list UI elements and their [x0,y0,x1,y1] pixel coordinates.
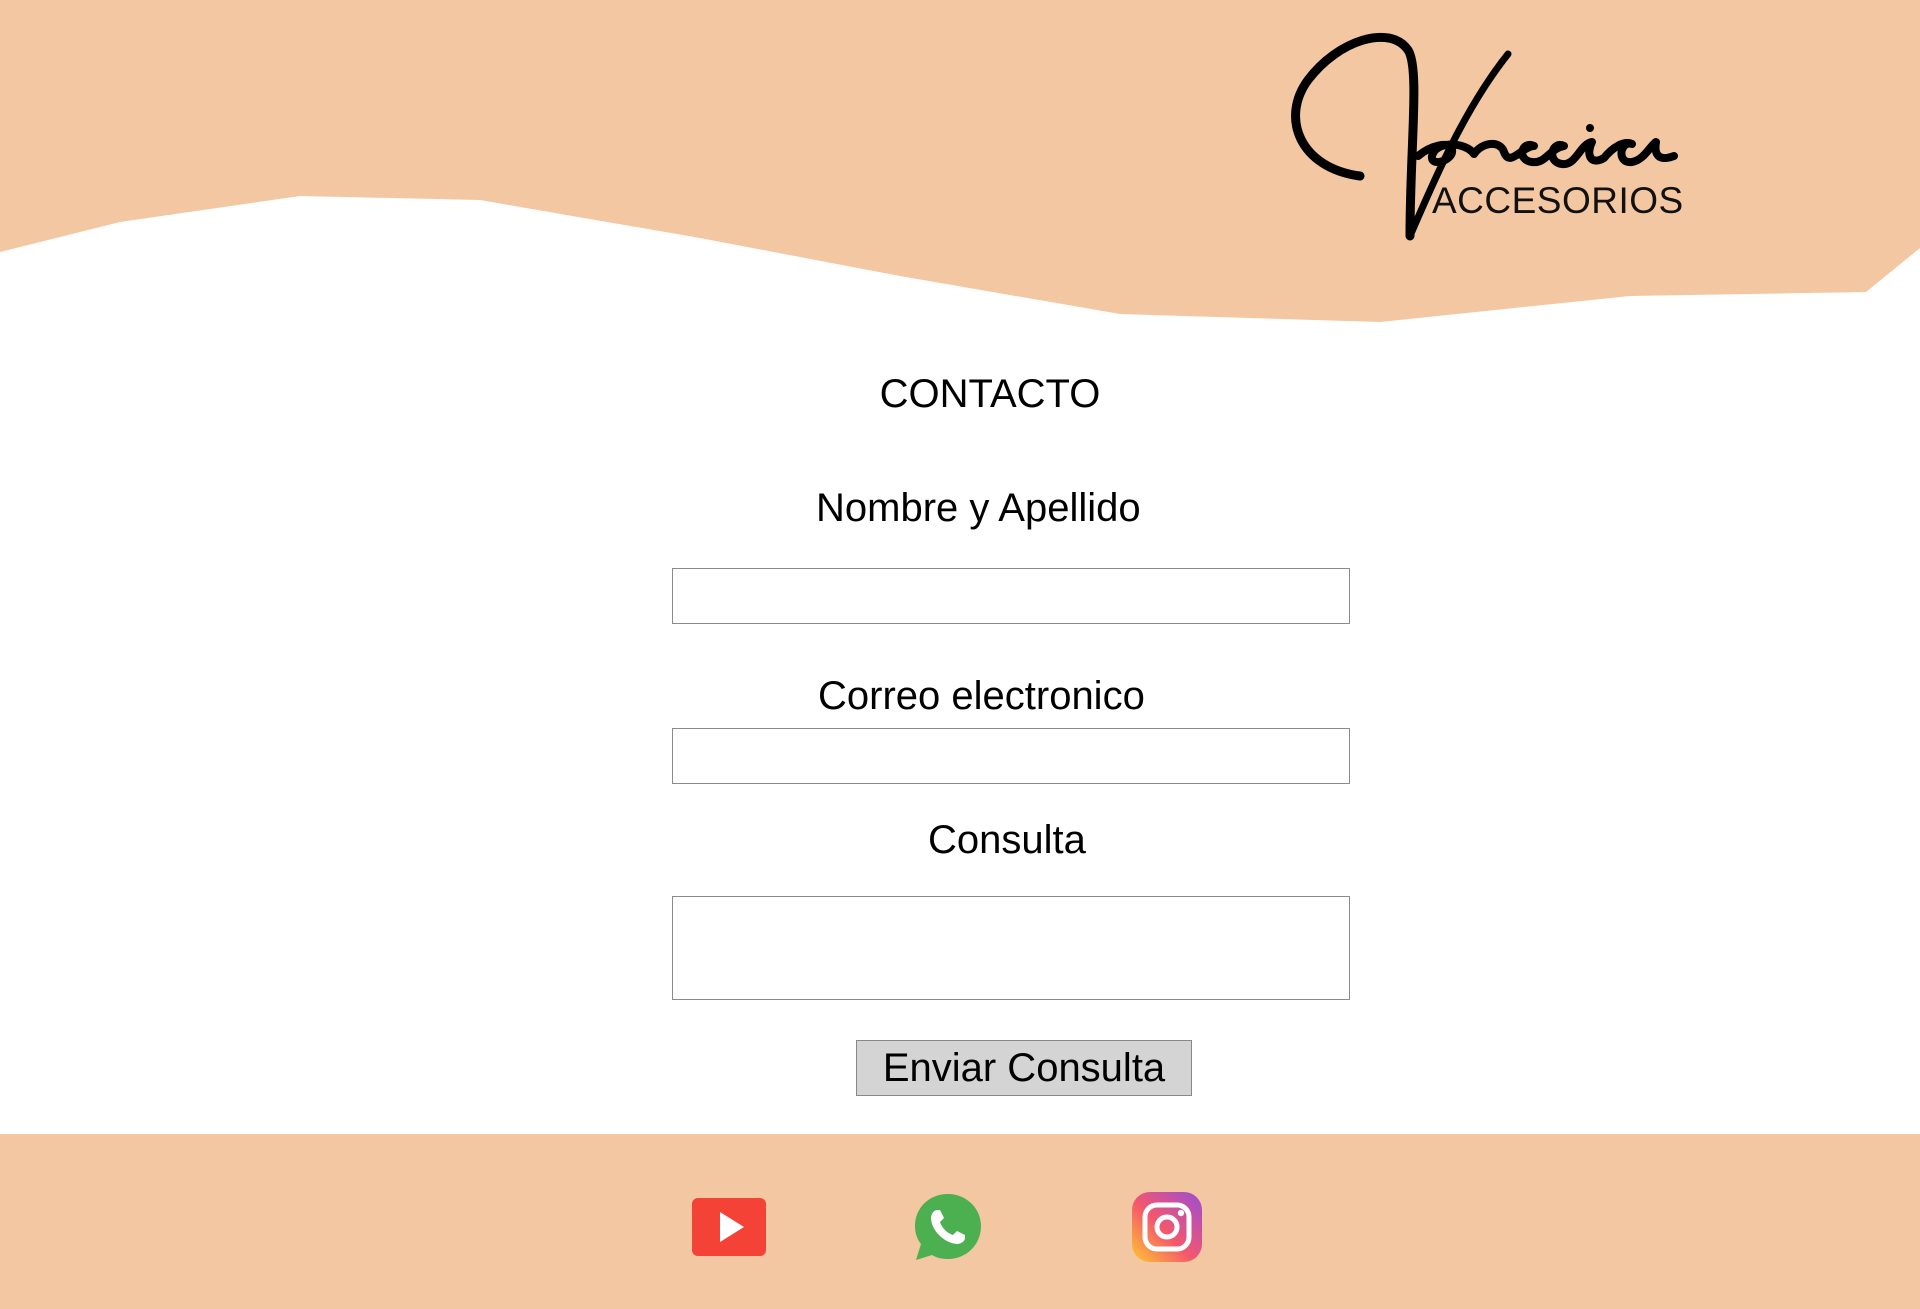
email-input[interactable] [672,728,1350,784]
whatsapp-icon[interactable] [911,1190,985,1264]
venecia-script-logo [1291,32,1678,241]
page-title: CONTACTO [879,372,1101,416]
footer [0,1134,1920,1309]
query-label: Consulta [928,818,1086,862]
email-label: Correo electronico [818,674,1145,718]
submit-button[interactable]: Enviar Consulta [856,1040,1192,1096]
instagram-icon[interactable] [1130,1190,1204,1264]
brand-subtitle: ACCESORIOS [1432,180,1684,221]
brand-logo[interactable]: ACCESORIOS [1260,28,1710,258]
name-label: Nombre y Apellido [816,486,1141,530]
query-textarea[interactable] [672,896,1350,1000]
youtube-icon[interactable] [692,1190,766,1264]
name-input[interactable] [672,568,1350,624]
